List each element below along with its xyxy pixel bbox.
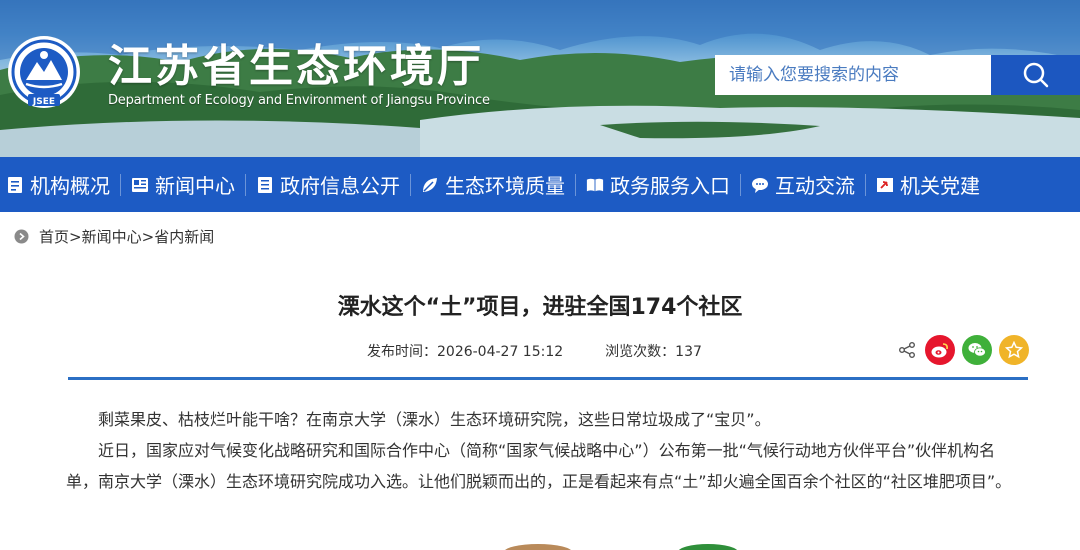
nav-item-label: 政务服务入口 [610,174,730,198]
jsee-logo: JSEE [8,36,80,108]
search-button[interactable] [991,55,1080,95]
site-title: 江苏省生态环境厅 [108,41,484,92]
breadcrumb-separator: > [69,227,82,246]
favorite-button[interactable] [999,335,1029,365]
article-paragraph: 剩菜果皮、枯枝烂叶能干啥？在南京大学（溧水）生态环境研究院，这些日常垃圾成了“宝… [98,410,771,429]
wechat-share-button[interactable] [962,335,992,365]
nav-divider [865,173,866,196]
nav-item-label: 新闻中心 [155,174,235,198]
nav-item-about[interactable]: 机构概况 [0,157,116,212]
breadcrumb: 首页 > 新闻中心 > 省内新闻 [14,226,214,247]
nav-divider [120,173,121,196]
share-icon[interactable] [898,341,916,359]
article-meta: 发布时间：2026-04-27 15:12 浏览次数：137 [367,341,702,361]
views-label: 浏览次数： [605,344,676,360]
document-icon [6,176,24,194]
chat-icon [751,176,769,194]
location-icon [14,229,29,244]
search-icon [1023,62,1048,88]
search-input[interactable] [715,55,991,95]
weibo-share-button[interactable] [925,335,955,365]
leaf-icon [421,176,439,194]
favorite-icon [1005,341,1023,359]
nav-item-party[interactable]: 机关党建 [870,157,986,212]
publish-time: 2026-04-27 15:12 [437,344,564,360]
logo-text: JSEE [32,97,55,107]
nav-item-label: 机关党建 [900,174,980,198]
nav-item-services[interactable]: 政务服务入口 [580,157,736,212]
wechat-icon [968,343,986,357]
nav-divider [410,173,411,196]
nav-item-label: 机构概况 [30,174,110,198]
book-open-icon [586,176,604,194]
nav-item-label: 互动交流 [775,174,855,198]
nav-divider [575,173,576,196]
breadcrumb-province-news[interactable]: 省内新闻 [154,226,214,247]
article-paragraph: 近日，国家应对气候变化战略研究和国际合作中心（简称“国家气候战略中心”）公布第一… [66,441,1012,491]
breadcrumb-home[interactable]: 首页 [39,226,69,247]
main-nav: 机构概况 新闻中心 政府信息公开 生态环境质量 政务服务入口 互动交流 机关党建 [0,157,1080,212]
party-flag-icon [876,176,894,194]
nav-item-gov-info[interactable]: 政府信息公开 [250,157,406,212]
views-count: 137 [675,344,702,360]
nav-item-news[interactable]: 新闻中心 [125,157,241,212]
share-bar [898,335,1029,365]
nav-item-label: 生态环境质量 [445,174,565,198]
article-title: 溧水这个“土”项目，进驻全国174个社区 [337,295,743,320]
nav-divider [245,173,246,196]
nav-item-label: 政府信息公开 [280,174,400,198]
newspaper-icon [131,176,149,194]
nav-item-eco-quality[interactable]: 生态环境质量 [415,157,571,212]
nav-item-interaction[interactable]: 互动交流 [745,157,861,212]
nav-divider [740,173,741,196]
site-subtitle: Department of Ecology and Environment of… [108,93,490,108]
title-divider [68,377,1028,380]
header-banner: JSEE 江苏省生态环境厅 Department of Ecology and … [0,0,1080,157]
breadcrumb-news[interactable]: 新闻中心 [82,226,142,247]
article-body: 剩菜果皮、枯枝烂叶能干啥？在南京大学（溧水）生态环境研究院，这些日常垃圾成了“宝… [66,404,1024,497]
publish-label: 发布时间： [367,344,437,360]
weibo-icon [931,343,948,358]
breadcrumb-separator: > [141,227,155,246]
article-image-top-edge [505,544,738,550]
file-list-icon [256,176,274,194]
